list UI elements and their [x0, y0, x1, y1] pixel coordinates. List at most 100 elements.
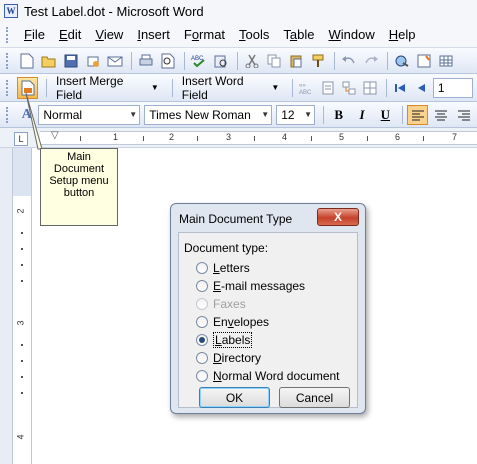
ruler-number: 6 — [395, 132, 401, 142]
format-painter-icon[interactable] — [308, 51, 328, 71]
option-label: Faxes — [213, 297, 246, 311]
email-icon[interactable] — [105, 51, 125, 71]
radio-button — [196, 298, 208, 310]
option-faxes: Faxes — [196, 296, 246, 312]
close-icon[interactable]: X — [317, 208, 359, 226]
ruler-tick — [21, 232, 23, 234]
menu-edit[interactable]: Edit — [52, 25, 88, 44]
option-letters[interactable]: Letters — [196, 260, 250, 276]
option-label: Normal Word document — [213, 369, 340, 383]
research-icon[interactable] — [211, 51, 231, 71]
toolbar-separator — [402, 105, 403, 124]
bold-icon[interactable]: B — [328, 105, 349, 125]
radio-button[interactable] — [196, 370, 208, 382]
menu-help[interactable]: Help — [382, 25, 423, 44]
ruler-tick — [21, 248, 23, 250]
radio-button[interactable] — [196, 316, 208, 328]
option-email-messages[interactable]: E-mail messages — [196, 278, 305, 294]
hyperlink-icon[interactable] — [392, 51, 412, 71]
redo-icon[interactable] — [361, 51, 381, 71]
previous-record-icon[interactable] — [412, 78, 431, 98]
font-size-dropdown[interactable]: 12 ▼ — [276, 104, 316, 125]
align-center-icon[interactable] — [430, 105, 451, 125]
copy-icon[interactable] — [264, 51, 284, 71]
radio-button[interactable] — [196, 352, 208, 364]
toolbar-grip[interactable] — [6, 106, 9, 123]
insert-merge-field-button[interactable]: Insert Merge Field ▼ — [51, 74, 164, 102]
chevron-down-icon: ▼ — [150, 83, 159, 92]
option-label: Letters — [213, 261, 250, 275]
propagate-labels-icon[interactable] — [361, 78, 380, 98]
toolbar-separator — [334, 51, 335, 70]
menu-insert[interactable]: Insert — [130, 25, 177, 44]
font-dropdown[interactable]: Times New Roman ▼ — [144, 104, 273, 125]
toolbar-separator — [46, 78, 48, 97]
highlight-fields-icon[interactable] — [318, 78, 337, 98]
spelling-icon[interactable]: ABC — [189, 51, 209, 71]
word-document-icon: W — [4, 4, 18, 18]
font-value: Times New Roman — [149, 107, 251, 122]
ruler-number: 1 — [113, 132, 119, 142]
insert-word-field-button[interactable]: Insert Word Field ▼ — [177, 74, 285, 102]
ruler-number: 4 — [282, 132, 288, 142]
menu-format[interactable]: Format — [177, 25, 232, 44]
font-size-value: 12 — [281, 107, 295, 122]
save-icon[interactable] — [61, 51, 81, 71]
radio-button-selected[interactable] — [196, 334, 208, 346]
tables-borders-icon[interactable] — [414, 51, 434, 71]
callout-pointer — [25, 93, 43, 150]
callout-line: button — [63, 187, 95, 199]
menu-file[interactable]: File — [17, 25, 52, 44]
ruler-tick — [21, 280, 23, 282]
menu-tools[interactable]: Tools — [232, 25, 276, 44]
open-folder-icon[interactable] — [39, 51, 59, 71]
option-label: Directory — [213, 351, 262, 365]
insert-merge-field-label: Insert Merge Field — [56, 73, 124, 102]
underline-icon[interactable]: U — [375, 105, 396, 125]
insert-word-field-label: Insert Word Field — [181, 73, 244, 102]
toolbar-grip[interactable] — [6, 79, 9, 96]
align-right-icon[interactable] — [454, 105, 475, 125]
option-directory[interactable]: Directory — [196, 350, 261, 366]
option-labels[interactable]: Labels — [196, 332, 253, 348]
ruler-tick — [21, 264, 23, 266]
horizontal-ruler[interactable]: ▽ 1 2 3 4 5 6 7 — [40, 130, 477, 145]
italic-icon[interactable]: I — [351, 105, 372, 125]
undo-icon[interactable] — [339, 51, 359, 71]
new-document-icon[interactable] — [17, 51, 37, 71]
align-left-icon[interactable] — [406, 104, 429, 125]
cancel-button[interactable]: Cancel — [279, 387, 350, 408]
print-preview-icon[interactable] — [158, 51, 178, 71]
paste-icon[interactable] — [286, 51, 306, 71]
match-fields-icon[interactable] — [339, 78, 358, 98]
ruler-number: 2 — [169, 132, 175, 142]
style-dropdown[interactable]: Normal ▼ — [38, 104, 141, 125]
formatting-toolbar: A Normal ▼ Times New Roman ▼ 12 ▼ B I U — [0, 102, 477, 128]
ok-button[interactable]: OK — [199, 387, 270, 408]
permission-icon[interactable] — [83, 51, 103, 71]
svg-text:«»: «» — [299, 83, 306, 89]
insert-table-icon[interactable] — [436, 51, 456, 71]
vertical-ruler[interactable]: 2 3 4 — [12, 148, 32, 464]
menu-view[interactable]: View — [88, 25, 130, 44]
indent-marker-icon[interactable]: ▽ — [51, 130, 59, 141]
record-number-field[interactable]: 1 — [432, 77, 474, 98]
callout-line: Main — [67, 151, 91, 163]
menu-table[interactable]: Table — [276, 25, 321, 44]
menu-window[interactable]: Window — [322, 25, 382, 44]
print-icon[interactable] — [136, 51, 156, 71]
menubar-grip[interactable] — [6, 26, 9, 43]
option-label: Labels — [213, 332, 253, 348]
radio-button[interactable] — [196, 262, 208, 274]
callout-line: Document — [53, 163, 105, 175]
option-envelopes[interactable]: Envelopes — [196, 314, 269, 330]
ruler-tick — [254, 136, 255, 141]
option-normal-word-document[interactable]: Normal Word document — [196, 368, 340, 384]
radio-button[interactable] — [196, 280, 208, 292]
toolbar-grip[interactable] — [6, 52, 9, 69]
chevron-down-icon: ▼ — [129, 110, 138, 119]
view-merged-data-icon[interactable]: «» ABC — [297, 78, 316, 98]
toolbar-separator — [171, 78, 173, 97]
cut-icon[interactable] — [242, 51, 262, 71]
first-record-icon[interactable] — [391, 78, 410, 98]
